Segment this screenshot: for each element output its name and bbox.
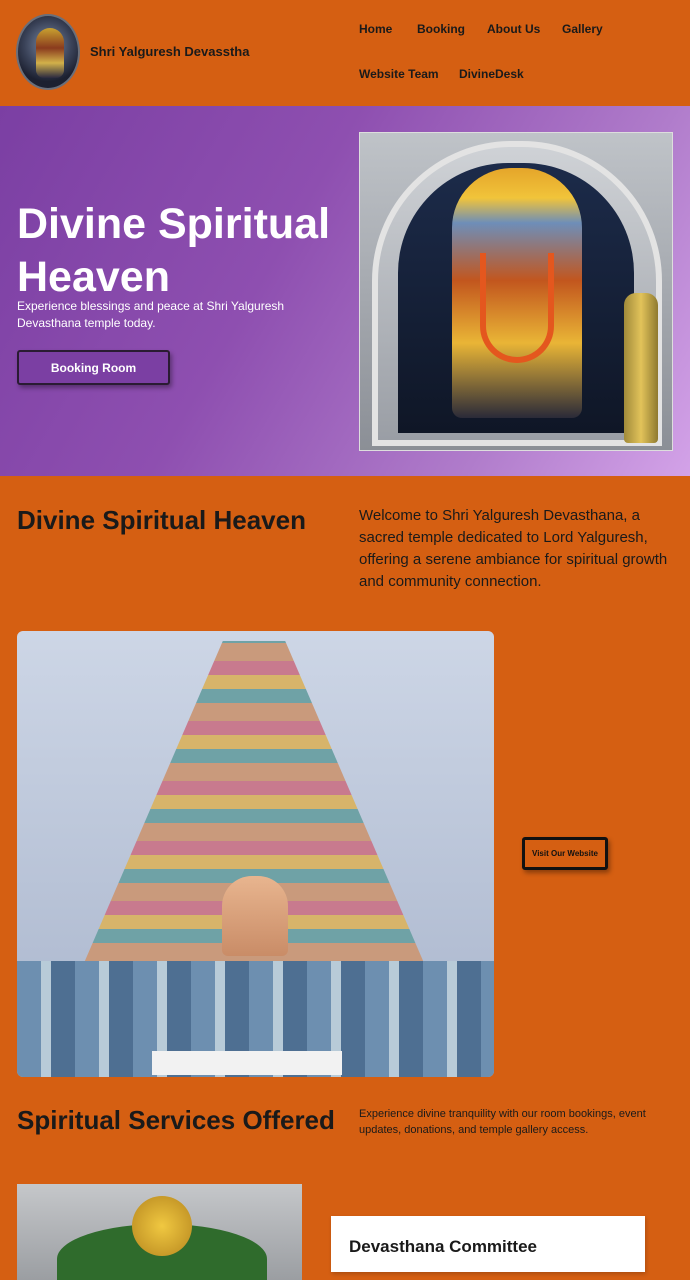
temple-logo[interactable] [16, 14, 80, 90]
hero-title: Divine Spiritual Heaven [17, 200, 331, 301]
oil-lamp [624, 293, 658, 443]
services-title: Spiritual Services Offered [17, 1105, 335, 1135]
booking-room-button[interactable]: Booking Room [17, 350, 170, 385]
intro-title: Divine Spiritual Heaven [17, 505, 306, 535]
nav-website-team[interactable]: Website Team [359, 67, 439, 81]
deity-image [359, 132, 673, 451]
flower-garland [480, 253, 554, 363]
services-text: Experience divine tranquility with our r… [359, 1108, 646, 1136]
hero-section: Divine Spiritual Heaven Experience bless… [0, 106, 690, 476]
nav-booking[interactable]: Booking [417, 22, 465, 36]
committee-title: Devasthana Committee [349, 1237, 538, 1256]
nav-about-us[interactable]: About Us [487, 22, 540, 36]
deity-shrine-image [17, 1184, 302, 1280]
gopuram-deity [222, 876, 288, 956]
site-header: Shri Yalguresh Devasstha Home Booking Ab… [0, 0, 690, 106]
nav-home[interactable]: Home [359, 22, 392, 36]
nav-gallery[interactable]: Gallery [562, 22, 603, 36]
deity-logo-image [36, 28, 64, 78]
deity-crown [132, 1196, 192, 1256]
committee-card[interactable]: Devasthana Committee [331, 1216, 645, 1272]
intro-text: Welcome to Shri Yalguresh Devasthana, a … [359, 507, 668, 590]
nav-divinedesk[interactable]: DivineDesk [459, 67, 524, 81]
kannada-signboards [152, 1051, 342, 1075]
brand-name[interactable]: Shri Yalguresh Devasstha [90, 44, 249, 59]
hero-subtitle: Experience blessings and peace at Shri Y… [17, 299, 285, 330]
visit-website-button[interactable]: Visit Our Website [522, 837, 608, 870]
temple-gopuram-image [17, 631, 494, 1077]
